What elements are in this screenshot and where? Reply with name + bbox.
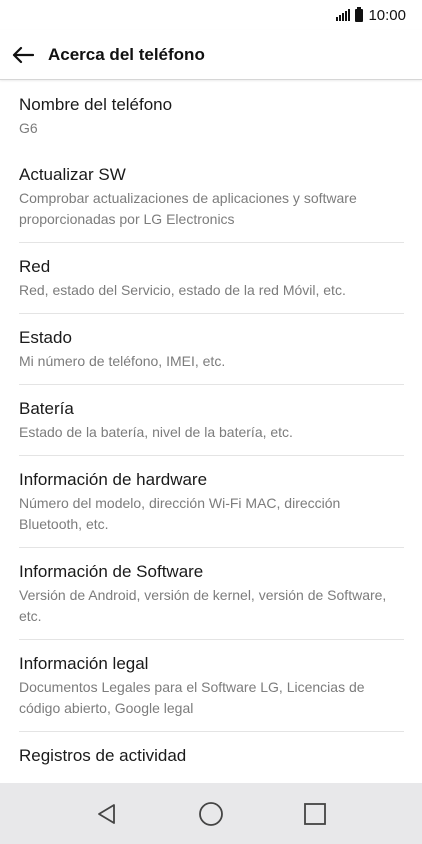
setting-title: Registros de actividad <box>19 746 187 765</box>
setting-item-phone-name[interactable]: Nombre del teléfono G6 <box>19 81 404 151</box>
arrow-left-icon[interactable] <box>8 40 38 70</box>
setting-item-legal-info[interactable]: Información legal Documentos Legales par… <box>19 640 404 732</box>
setting-item-status[interactable]: Estado Mi número de teléfono, IMEI, etc. <box>19 314 404 385</box>
battery-icon <box>355 6 364 22</box>
signal-icon <box>336 9 351 21</box>
setting-subtitle: Estado de la batería, nivel de la baterí… <box>19 424 293 440</box>
setting-title: Estado <box>19 328 72 347</box>
page-title: Acerca del teléfono <box>48 44 205 64</box>
setting-title: Información legal <box>19 654 149 673</box>
setting-subtitle: G6 <box>19 120 38 136</box>
setting-subtitle: Red, estado del Servicio, estado de la r… <box>19 282 346 298</box>
setting-title: Nombre del teléfono <box>19 95 173 114</box>
setting-title: Batería <box>19 399 74 418</box>
app-bar: Acerca del teléfono <box>0 30 422 80</box>
circle-home-icon[interactable] <box>186 789 236 839</box>
setting-title: Red <box>19 257 51 276</box>
setting-title: Actualizar SW <box>19 165 126 184</box>
setting-title: Información de Software <box>19 562 204 581</box>
setting-subtitle: Documentos Legales para el Software LG, … <box>19 679 365 716</box>
setting-subtitle: Número del modelo, dirección Wi-Fi MAC, … <box>19 495 341 532</box>
setting-item-software-update[interactable]: Actualizar SW Comprobar actualizaciones … <box>19 151 404 243</box>
setting-item-activity-logs[interactable]: Registros de actividad <box>19 732 404 779</box>
status-bar: 10:00 <box>0 0 422 30</box>
setting-subtitle: Versión de Android, versión de kernel, v… <box>19 587 387 624</box>
setting-subtitle: Mi número de teléfono, IMEI, etc. <box>19 353 226 369</box>
setting-item-network[interactable]: Red Red, estado del Servicio, estado de … <box>19 243 404 314</box>
setting-title: Información de hardware <box>19 470 208 489</box>
setting-subtitle: Comprobar actualizaciones de aplicacione… <box>19 190 357 227</box>
status-time: 10:00 <box>368 6 406 24</box>
settings-list: Nombre del teléfono G6 Actualizar SW Com… <box>0 81 422 783</box>
navigation-bar <box>0 783 422 844</box>
triangle-back-icon[interactable] <box>82 789 132 839</box>
setting-item-software-info[interactable]: Información de Software Versión de Andro… <box>19 548 404 640</box>
setting-item-hardware-info[interactable]: Información de hardware Número del model… <box>19 456 404 548</box>
square-recents-icon[interactable] <box>290 789 340 839</box>
setting-item-battery[interactable]: Batería Estado de la batería, nivel de l… <box>19 385 404 456</box>
